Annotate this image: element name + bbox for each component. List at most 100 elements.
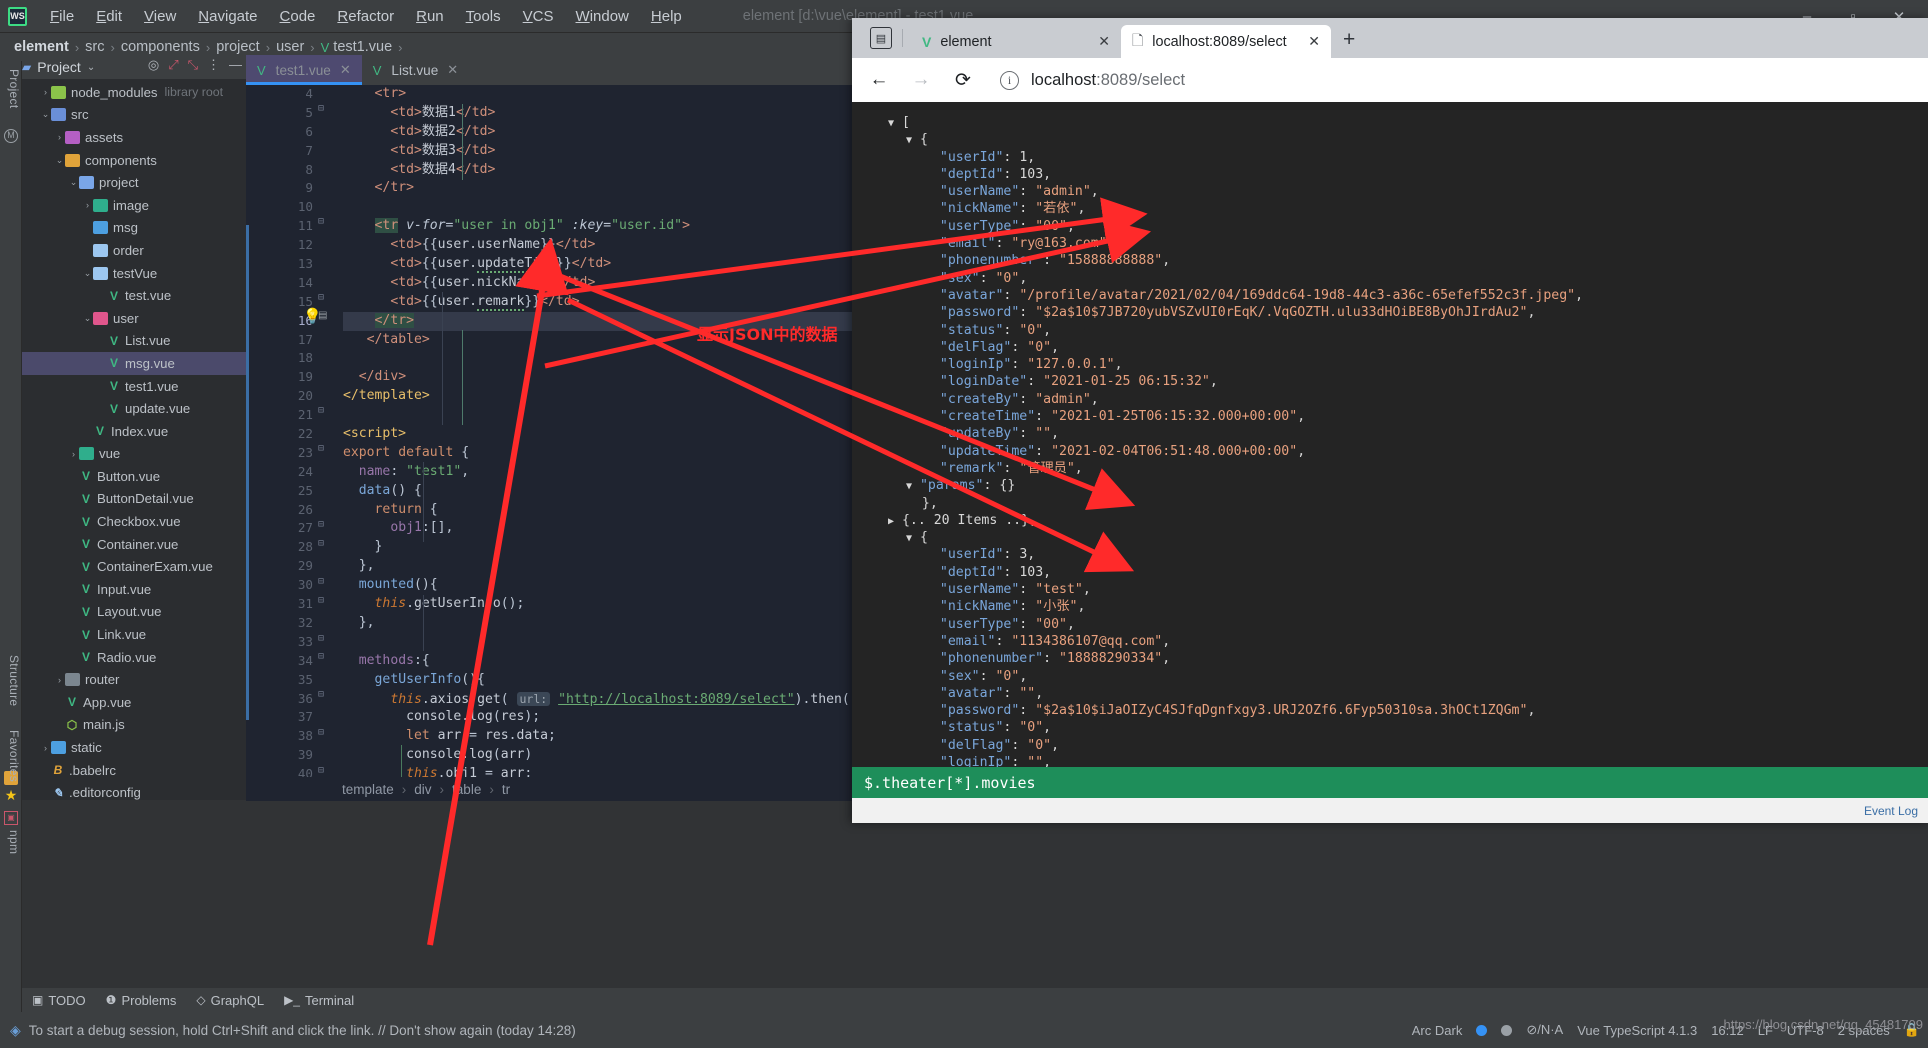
tree-item-src[interactable]: ⌄ src [22, 104, 246, 127]
menu-view[interactable]: View [133, 6, 187, 27]
tree-item-image[interactable]: › image [22, 194, 246, 217]
more-icon[interactable]: ⋮ [207, 58, 220, 71]
breadcrumb-item-test1-vue[interactable]: test1.vue [333, 39, 392, 55]
tree-item-order[interactable]: order [22, 239, 246, 262]
tree-item-update-vue[interactable]: Vupdate.vue [22, 397, 246, 420]
code-crumb-div[interactable]: div [414, 782, 431, 797]
json-line[interactable]: ▼ "loginIp": "127.0.0.1", [874, 356, 1928, 373]
fold-marker[interactable]: ⊟ [318, 595, 324, 606]
tool-tab-favorites[interactable]: Favorites [0, 726, 21, 786]
tool-tab-project[interactable]: Project [0, 65, 21, 112]
theme-color-dot[interactable] [1476, 1024, 1488, 1036]
json-line[interactable]: ▼ "userId": 3, [874, 546, 1928, 563]
fold-marker[interactable]: ⊟ [318, 727, 324, 738]
collapse-triangle-icon[interactable]: ▼ [906, 135, 912, 146]
json-line[interactable]: ▼ "nickName": "若依", [874, 200, 1928, 217]
browser-tab-element[interactable]: Velement ✕ [911, 25, 1121, 58]
chevron-right-icon[interactable]: › [54, 675, 65, 685]
tree-item-assets[interactable]: › assets [22, 126, 246, 149]
star-icon[interactable]: ★ [4, 788, 18, 803]
tree-item-main-js[interactable]: ⬡ main.js [22, 714, 246, 737]
chevron-down-icon[interactable]: ⌄ [40, 109, 51, 120]
breadcrumb-item-src[interactable]: src [85, 39, 104, 55]
tree-item-project[interactable]: ⌄ project [22, 171, 246, 194]
jsonpath-expression[interactable]: $.theater[*].movies [864, 774, 1036, 792]
json-line[interactable]: ▼ "delFlag": "0", [874, 339, 1928, 356]
fold-marker[interactable]: ⊟ [318, 576, 324, 587]
tree-item-static[interactable]: › static [22, 736, 246, 759]
json-line[interactable]: ▼ "password": "$2a$10$7JB720yubVSZvUI0rE… [874, 304, 1928, 321]
menu-file[interactable]: File [39, 6, 85, 27]
fold-marker[interactable]: ⊟ [318, 103, 324, 114]
fold-marker[interactable]: ⊟ [318, 519, 324, 530]
bottom-tool-window-bar[interactable]: ▣ TODO ❶ Problems ◇ GraphQL ▶_ Terminal [22, 988, 1928, 1012]
breadcrumb-item-user[interactable]: user [276, 39, 304, 55]
json-line[interactable]: ▼ "updateBy": "", [874, 425, 1928, 442]
json-line[interactable]: ▼ "avatar": "", [874, 685, 1928, 702]
menu-refactor[interactable]: Refactor [326, 6, 405, 27]
json-line[interactable]: ▼ "userId": 1, [874, 149, 1928, 166]
editor-tab-test1-vue[interactable]: Vtest1.vue ✕ [246, 55, 362, 85]
tree-item-Container-vue[interactable]: V Container.vue [22, 533, 246, 556]
json-line[interactable]: ▼ "userType": "00", [874, 218, 1928, 235]
json-viewer[interactable]: ▼ [▼ {▼ "userId": 1,▼ "deptId": 103,▼ "u… [852, 102, 1928, 792]
tree-item-Radio-vue[interactable]: V Radio.vue [22, 646, 246, 669]
back-button[interactable]: ← [868, 69, 890, 91]
tool-window-problems[interactable]: ❶ Problems [106, 993, 177, 1008]
breadcrumb-item-components[interactable]: components [121, 39, 200, 55]
fold-marker[interactable]: ⊟ [318, 633, 324, 644]
tool-window-terminal[interactable]: ▶_ Terminal [284, 993, 354, 1008]
json-line[interactable]: ▼ "status": "0", [874, 719, 1928, 736]
tree-item-msg-vue[interactable]: Vmsg.vue [22, 352, 246, 375]
close-tab-icon[interactable]: ✕ [447, 62, 458, 78]
json-line[interactable]: ▼ [ [874, 114, 1928, 131]
site-info-icon[interactable]: i [1000, 70, 1019, 90]
close-tab-icon[interactable]: ✕ [340, 62, 351, 78]
tree-item-ContainerExam-vue[interactable]: V ContainerExam.vue [22, 555, 246, 578]
bookmarks-icon[interactable]: M [4, 129, 18, 143]
hide-icon[interactable]: — [229, 58, 242, 71]
collapse-icon[interactable]: ⤡ [188, 58, 198, 71]
close-tab-icon[interactable]: ✕ [1098, 33, 1110, 50]
fold-marker[interactable]: ⊟ [318, 292, 324, 303]
na-indicator[interactable]: ⊘/N·A [1526, 1022, 1563, 1038]
tab-list-icon[interactable]: ▤ [870, 27, 892, 49]
json-line[interactable]: ▼ "phonenumber": "15888888888", [874, 252, 1928, 269]
language-level[interactable]: Vue TypeScript 4.1.3 [1577, 1023, 1697, 1038]
fold-marker[interactable]: ⊟ [318, 443, 324, 454]
menu-code[interactable]: Code [269, 6, 327, 27]
reload-button[interactable]: ⟳ [952, 69, 974, 92]
tree-item-router[interactable]: › router [22, 668, 246, 691]
tree-item-Button-vue[interactable]: V Button.vue [22, 465, 246, 488]
tool-window-todo[interactable]: ▣ TODO [32, 993, 86, 1008]
json-line[interactable]: ▼ "userName": "test", [874, 581, 1928, 598]
tree-item-msg[interactable]: msg [22, 217, 246, 240]
tree-item-test1-vue[interactable]: Vtest1.vue [22, 375, 246, 398]
chevron-right-icon[interactable]: › [40, 87, 51, 97]
chevron-right-icon[interactable]: › [82, 200, 93, 210]
json-line[interactable]: ▼ "phonenumber": "18888290334", [874, 650, 1928, 667]
fold-marker[interactable]: ⊟ [318, 651, 324, 662]
json-line[interactable]: ▼ { [874, 529, 1928, 546]
chevron-right-icon[interactable]: › [54, 132, 65, 142]
json-line[interactable]: ▼ "password": "$2a$10$iJaOIZyC4SJfqDgnfx… [874, 702, 1928, 719]
code-crumb-tr[interactable]: tr [502, 782, 510, 797]
json-line[interactable]: ▼ "userName": "admin", [874, 183, 1928, 200]
json-line[interactable]: ▼ }, [874, 495, 1928, 512]
json-line[interactable]: ▼ "userType": "00", [874, 616, 1928, 633]
json-line[interactable]: ▼ "sex": "0", [874, 668, 1928, 685]
tree-item--babelrc[interactable]: B .babelrc [22, 759, 246, 782]
tool-window-graphql[interactable]: ◇ GraphQL [196, 993, 264, 1008]
tree-item-components[interactable]: ⌄ components [22, 149, 246, 172]
expand-triangle-icon[interactable]: ▶ [888, 516, 894, 527]
breadcrumb-item-project[interactable]: project [216, 39, 260, 55]
tool-tab-structure[interactable]: Structure [0, 651, 21, 710]
tree-item--editorconfig[interactable]: ✎ .editorconfig [22, 781, 246, 800]
fold-marker[interactable]: ⊟ [318, 538, 324, 549]
json-line[interactable]: ▼ "nickName": "小张", [874, 598, 1928, 615]
code-crumb-template[interactable]: template [342, 782, 394, 797]
chevron-right-icon[interactable]: › [68, 449, 79, 459]
tree-item-Link-vue[interactable]: V Link.vue [22, 623, 246, 646]
menu-navigate[interactable]: Navigate [187, 6, 268, 27]
json-line[interactable]: ▼ "createTime": "2021-01-25T06:15:32.000… [874, 408, 1928, 425]
